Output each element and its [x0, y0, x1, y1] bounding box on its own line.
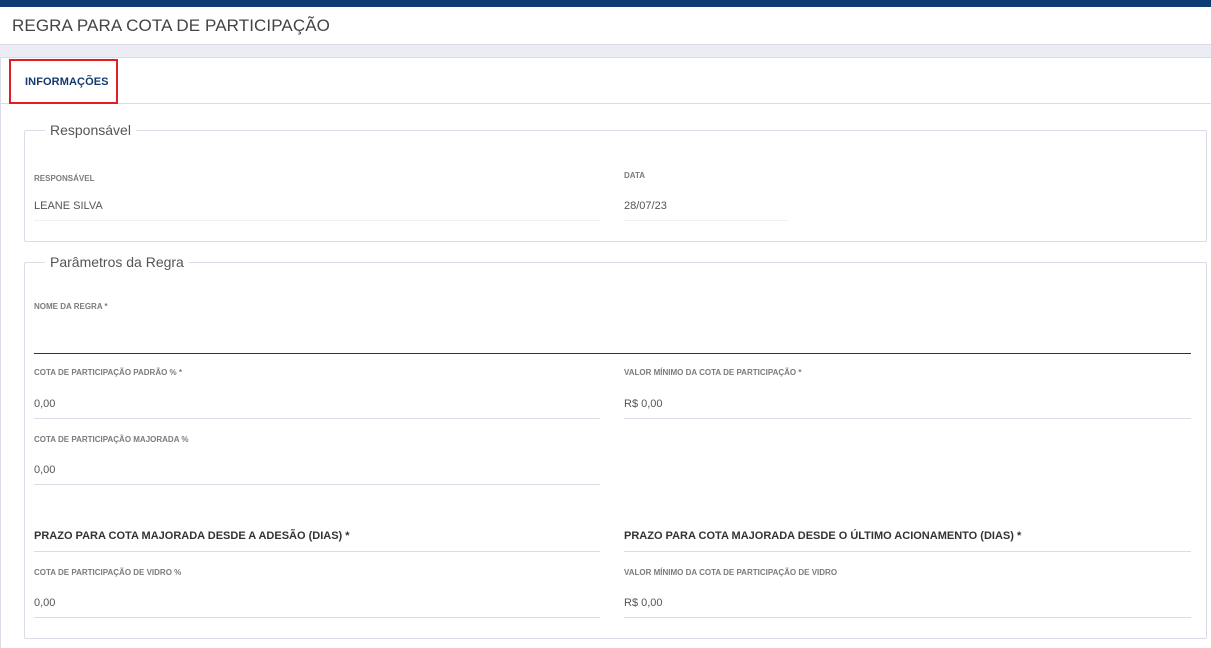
page-title: REGRA PARA COTA DE PARTICIPAÇÃO — [12, 16, 330, 35]
prazo-acionamento-underline — [624, 551, 1191, 552]
responsavel-value: LEANE SILVA — [34, 200, 103, 212]
responsavel-legend: Responsável — [50, 122, 131, 138]
nome-regra-underline — [34, 353, 1191, 354]
data-underline — [624, 220, 788, 221]
cota-padrao-input[interactable]: 0,00 — [34, 398, 600, 416]
main-content: INFORMAÇÕES Responsável RESPONSÁVEL LEAN… — [0, 57, 1211, 648]
responsavel-underline — [34, 220, 600, 221]
valor-minimo-vidro-input[interactable]: R$ 0,00 — [624, 597, 1191, 615]
nome-regra-label: NOME DA REGRA * — [34, 302, 108, 311]
parametros-fieldset: Parâmetros da Regra — [24, 254, 1207, 639]
responsavel-fieldset: Responsável — [24, 122, 1207, 242]
tab-bar: INFORMAÇÕES — [1, 58, 1211, 104]
valor-minimo-input[interactable]: R$ 0,00 — [624, 398, 1191, 416]
cota-majorada-underline — [34, 484, 600, 485]
prazo-adesao-input[interactable] — [34, 528, 600, 550]
tab-informacoes[interactable]: INFORMAÇÕES — [9, 59, 118, 104]
cota-vidro-label: COTA DE PARTICIPAÇÃO DE VIDRO % — [34, 568, 182, 577]
cota-vidro-input[interactable]: 0,00 — [34, 597, 600, 615]
prazo-adesao-underline — [34, 551, 600, 552]
valor-minimo-vidro-underline — [624, 617, 1191, 618]
valor-minimo-underline — [624, 418, 1191, 419]
valor-minimo-label: VALOR MÍNIMO DA COTA DE PARTICIPAÇÃO * — [624, 368, 802, 377]
prazo-acionamento-input[interactable] — [624, 528, 1191, 550]
valor-minimo-vidro-label: VALOR MÍNIMO DA COTA DE PARTICIPAÇÃO DE … — [624, 568, 838, 577]
parametros-legend: Parâmetros da Regra — [50, 254, 184, 270]
data-value: 28/07/23 — [624, 200, 667, 212]
cota-padrao-label: COTA DE PARTICIPAÇÃO PADRÃO % * — [34, 368, 183, 377]
cota-vidro-underline — [34, 617, 600, 618]
top-brand-bar — [0, 0, 1211, 7]
nome-regra-input[interactable] — [34, 316, 1191, 352]
cota-majorada-input[interactable]: 0,00 — [34, 464, 600, 482]
responsavel-label: RESPONSÁVEL — [34, 174, 95, 183]
tab-informacoes-label: INFORMAÇÕES — [25, 76, 109, 88]
cota-padrao-underline — [34, 418, 600, 419]
page-header: REGRA PARA COTA DE PARTICIPAÇÃO — [0, 7, 1211, 45]
data-label: DATA — [624, 171, 646, 180]
cota-majorada-label: COTA DE PARTICIPAÇÃO MAJORADA % — [34, 435, 189, 444]
